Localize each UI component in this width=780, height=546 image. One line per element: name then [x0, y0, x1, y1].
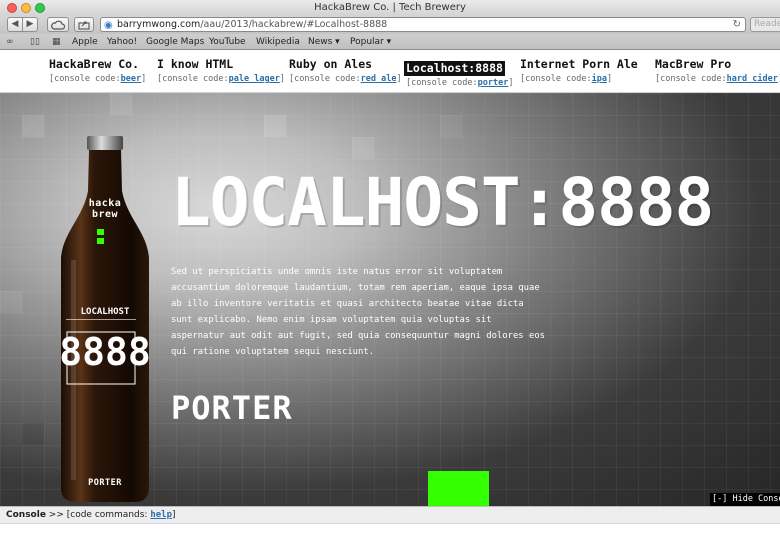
console-prompt: >> [code commands: [45, 510, 151, 520]
bookmarks-bar: ∞ ▯▯ ▦ Apple Yahoo! Google Maps YouTube … [0, 34, 780, 50]
browser-toolbar: ◀ ▶ ◉ barrymwong.com/aau/2013/hackabrew/… [0, 16, 780, 34]
pixel-tile [22, 423, 44, 445]
back-arrow-icon: ◀ [11, 19, 19, 29]
globe-icon: ◉ [104, 20, 113, 31]
console-code-link[interactable]: red ale [361, 74, 397, 84]
bookmark-news-folder[interactable]: News ▾ [308, 34, 340, 50]
share-button[interactable] [74, 17, 94, 32]
window-title: HackaBrew Co. | Tech Brewery [314, 2, 466, 13]
reload-icon[interactable]: ↻ [733, 18, 741, 31]
bookmark-popular-folder[interactable]: Popular ▾ [350, 34, 391, 50]
forward-button[interactable]: ▶ [22, 17, 38, 32]
nav-item-name[interactable]: I know HTML [157, 57, 285, 72]
pixel-tile [440, 115, 462, 137]
bookmark-yahoo[interactable]: Yahoo! [107, 34, 137, 50]
bookmark-youtube[interactable]: YouTube [209, 34, 246, 50]
console-code-link[interactable]: hard cider [727, 74, 778, 84]
window-titlebar: HackaBrew Co. | Tech Brewery [0, 0, 780, 16]
icloud-tabs-button[interactable] [47, 17, 69, 32]
pixel-tile [264, 115, 286, 137]
close-window-button[interactable] [7, 3, 17, 13]
console-input[interactable] [0, 524, 780, 546]
console-code-link[interactable]: porter [478, 78, 509, 88]
back-button[interactable]: ◀ [7, 17, 23, 32]
nav-item-hackabrew[interactable]: HackaBrew Co. [console code:beer] [49, 57, 146, 84]
console-help-link[interactable]: help [150, 510, 172, 520]
console-title: Console [6, 510, 46, 520]
pixel-tile [0, 291, 22, 313]
console-code-link[interactable]: ipa [592, 74, 607, 84]
nav-item-name[interactable]: Internet Porn Ale [520, 57, 638, 72]
site-nav: HackaBrew Co. [console code:beer] I know… [0, 51, 780, 93]
url-domain: barrymwong.com [117, 19, 201, 30]
share-icon [78, 21, 90, 30]
bookmark-wikipedia[interactable]: Wikipedia [256, 34, 300, 50]
cloud-icon [51, 20, 66, 30]
reading-list-icon[interactable]: ∞ [6, 34, 14, 50]
console-bar: Console >> [code commands: help] [0, 506, 780, 524]
minimize-window-button[interactable] [21, 3, 31, 13]
pixel-tile [22, 115, 44, 137]
console-code-link[interactable]: pale lager [229, 74, 280, 84]
bookmark-google-maps[interactable]: Google Maps [146, 34, 204, 50]
bottle-brand-text: hacka brew [88, 198, 122, 220]
green-accent-block [428, 471, 489, 506]
nav-item-name[interactable]: MacBrew Pro [655, 57, 780, 72]
bottle-label-text: LOCALHOST 8888 [59, 307, 151, 374]
beer-style-heading: PORTER [171, 389, 293, 427]
bottle-style-text: PORTER [88, 478, 122, 488]
nav-item-name[interactable]: Ruby on Ales [289, 57, 402, 72]
zoom-window-button[interactable] [35, 3, 45, 13]
hide-console-toggle[interactable]: [-] Hide Console [710, 493, 780, 506]
url-path: /aau/2013/hackabrew/#Localhost-8888 [200, 19, 388, 30]
reader-button[interactable]: Reader [750, 17, 780, 32]
forward-arrow-icon: ▶ [26, 19, 34, 29]
nav-item-code: [console code:porter] [406, 78, 514, 88]
nav-item-code: [console code:hard cider] [655, 74, 780, 84]
nav-item-code: [console code:pale lager] [157, 74, 285, 84]
nav-item-code: [console code:red ale] [289, 74, 402, 84]
nav-item-name[interactable]: HackaBrew Co. [49, 57, 146, 72]
nav-item-code: [console code:ipa] [520, 74, 613, 84]
nav-item-ruby-on-ales[interactable]: Ruby on Ales [console code:red ale] [289, 57, 402, 84]
pixel-tile [352, 137, 374, 159]
nav-item-i-know-html[interactable]: I know HTML [console code:pale lager] [157, 57, 285, 84]
hero-title: LOCALHOST:8888 [171, 164, 714, 241]
nav-item-macbrew-pro[interactable]: MacBrew Pro [console code:hard cider] [655, 57, 780, 84]
bookmark-apple[interactable]: Apple [72, 34, 98, 50]
nav-item-code: [console code:beer] [49, 74, 147, 84]
console-code-link[interactable]: beer [121, 74, 141, 84]
nav-item-internet-porn-ale[interactable]: Internet Porn Ale [console code:ipa] [520, 57, 638, 84]
nav-item-name[interactable]: Localhost:8888 [404, 61, 505, 76]
pixel-tile [110, 93, 132, 115]
nav-item-localhost-active[interactable]: Localhost:8888 [console code:porter] [404, 57, 514, 88]
beer-bottle-image: hacka brew LOCALHOST 8888 PORTER [55, 136, 155, 502]
address-bar[interactable]: ◉ barrymwong.com/aau/2013/hackabrew/#Loc… [100, 17, 746, 32]
hero-description: Sed ut perspiciatis unde omnis iste natu… [171, 267, 546, 358]
hero-section: hacka brew LOCALHOST 8888 PORTER LOCALHO… [0, 93, 780, 506]
top-sites-grid-icon[interactable]: ▦ [52, 34, 61, 50]
bookmarks-book-icon[interactable]: ▯▯ [30, 34, 40, 50]
